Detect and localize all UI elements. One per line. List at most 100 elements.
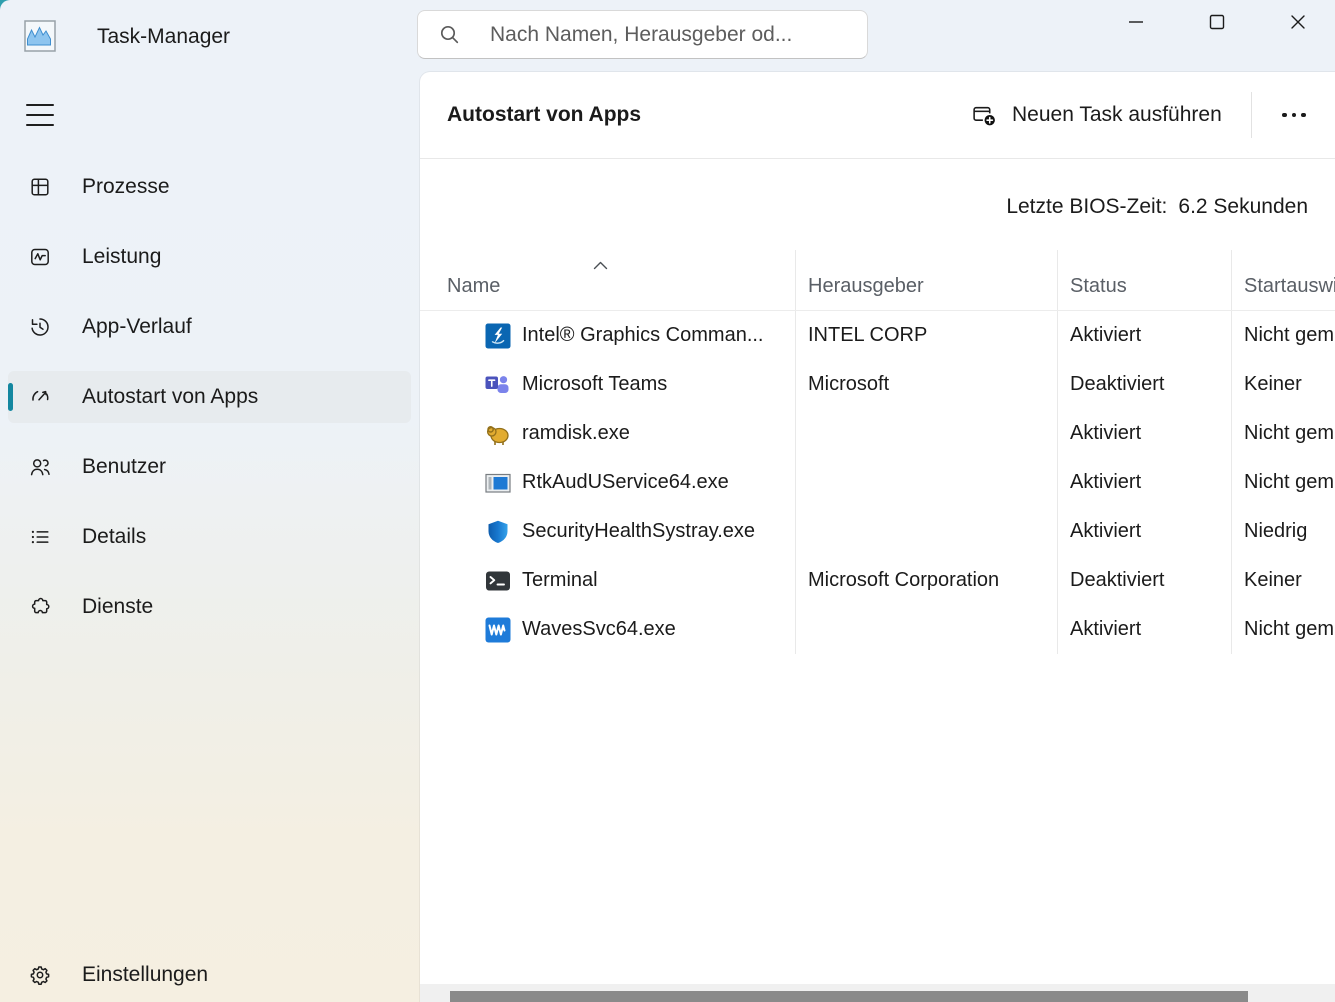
sidebar-item-label: Benutzer: [82, 455, 166, 479]
app-startup-impact: Nicht gem: [1231, 458, 1335, 507]
search-box[interactable]: [417, 10, 868, 59]
app-status: Aktiviert: [1057, 409, 1231, 458]
sort-ascending-icon: [592, 254, 609, 277]
minimize-icon: [1122, 8, 1150, 36]
maximize-icon: [1203, 8, 1231, 36]
column-header-name[interactable]: Name: [420, 250, 795, 310]
table-row[interactable]: Intel® Graphics Comman... INTEL CORP Akt…: [420, 311, 1335, 360]
search-icon: [439, 24, 460, 45]
startup-apps-icon: [28, 385, 52, 409]
sidebar-item-label: App-Verlauf: [82, 315, 192, 339]
page-header: Autostart von Apps Neuen Task ausführen: [420, 72, 1335, 159]
realtek-audio-icon: [484, 469, 512, 497]
app-publisher: [795, 458, 1057, 507]
performance-icon: [28, 245, 52, 269]
table-row[interactable]: ramdisk.exe Aktiviert Nicht gem: [420, 409, 1335, 458]
more-options-button[interactable]: [1272, 102, 1316, 128]
sidebar-item-label: Prozesse: [82, 175, 170, 199]
sidebar-item-label: Leistung: [82, 245, 161, 269]
sidebar-item-label: Einstellungen: [82, 963, 208, 987]
app-status: Deaktiviert: [1057, 556, 1231, 605]
waves-audio-icon: [484, 616, 512, 644]
terminal-icon: [484, 567, 512, 595]
startup-apps-table: Name Herausgeber Status Startauswi Intel…: [420, 250, 1335, 654]
sidebar-item-benutzer[interactable]: Benutzer: [8, 441, 411, 493]
minimize-button[interactable]: [1114, 3, 1158, 41]
app-name: ramdisk.exe: [522, 422, 630, 445]
table-row[interactable]: WavesSvc64.exe Aktiviert Nicht gem: [420, 605, 1335, 654]
app-name: SecurityHealthSystray.exe: [522, 520, 755, 543]
security-health-icon: [484, 518, 512, 546]
users-icon: [28, 455, 52, 479]
app-history-icon: [28, 315, 52, 339]
bios-value: 6.2 Sekunden: [1178, 192, 1308, 222]
sidebar-item-details[interactable]: Details: [8, 511, 411, 563]
sidebar-item-app-verlauf[interactable]: App-Verlauf: [8, 301, 411, 353]
bios-label: Letzte BIOS-Zeit:: [1006, 192, 1167, 222]
close-button[interactable]: [1276, 3, 1320, 41]
app-status: Aktiviert: [1057, 605, 1231, 654]
sidebar-item-label: Details: [82, 525, 146, 549]
settings-gear-icon: [28, 963, 52, 987]
scrollbar-thumb[interactable]: [450, 991, 1248, 1002]
sidebar: Prozesse Leistung App-Verlauf Autostart …: [8, 161, 411, 651]
app-publisher: [795, 507, 1057, 556]
run-new-task-button[interactable]: Neuen Task ausführen: [971, 95, 1222, 135]
window-title: Task-Manager: [97, 24, 230, 50]
details-icon: [28, 525, 52, 549]
app-publisher: [795, 605, 1057, 654]
app-publisher: Microsoft: [795, 360, 1057, 409]
run-new-task-icon: [971, 103, 997, 128]
app-startup-impact: Keiner: [1231, 360, 1335, 409]
app-name: WavesSvc64.exe: [522, 618, 676, 641]
table-row[interactable]: RtkAudUService64.exe Aktiviert Nicht gem: [420, 458, 1335, 507]
sidebar-item-dienste[interactable]: Dienste: [8, 581, 411, 633]
column-header-herausgeber[interactable]: Herausgeber: [795, 250, 1057, 310]
task-manager-window: Task-Manager Prozesse Leistung: [0, 0, 1335, 1002]
app-publisher: [795, 409, 1057, 458]
more-options-icon: [1282, 113, 1287, 118]
app-startup-impact: Keiner: [1231, 556, 1335, 605]
ramdisk-icon: [484, 420, 512, 448]
sidebar-item-label: Dienste: [82, 595, 153, 619]
processes-icon: [28, 175, 52, 199]
column-header-startauswirkung[interactable]: Startauswi: [1231, 250, 1335, 310]
services-icon: [28, 595, 52, 619]
app-publisher: INTEL CORP: [795, 311, 1057, 360]
horizontal-scrollbar[interactable]: [420, 984, 1335, 1002]
app-name: Microsoft Teams: [522, 373, 667, 396]
table-header-row: Name Herausgeber Status Startauswi: [420, 250, 1335, 311]
content-panel: Autostart von Apps Neuen Task ausführen …: [420, 72, 1335, 1002]
page-title: Autostart von Apps: [447, 72, 641, 158]
app-status: Aktiviert: [1057, 507, 1231, 556]
app-startup-impact: Nicht gem: [1231, 311, 1335, 360]
app-name: Intel® Graphics Comman...: [522, 324, 763, 347]
intel-graphics-icon: [484, 322, 512, 350]
app-status: Aktiviert: [1057, 311, 1231, 360]
table-row[interactable]: SecurityHealthSystray.exe Aktiviert Nied…: [420, 507, 1335, 556]
app-publisher: Microsoft Corporation: [795, 556, 1057, 605]
sidebar-item-autostart-von-apps[interactable]: Autostart von Apps: [8, 371, 411, 423]
app-startup-impact: Niedrig: [1231, 507, 1335, 556]
table-row[interactable]: Microsoft Teams Microsoft Deaktiviert Ke…: [420, 360, 1335, 409]
app-status: Deaktiviert: [1057, 360, 1231, 409]
app-startup-impact: Nicht gem: [1231, 409, 1335, 458]
sidebar-item-leistung[interactable]: Leistung: [8, 231, 411, 283]
search-input[interactable]: [488, 22, 853, 48]
app-status: Aktiviert: [1057, 458, 1231, 507]
last-bios-time: Letzte BIOS-Zeit: 6.2 Sekunden: [1006, 192, 1308, 222]
sidebar-item-label: Autostart von Apps: [82, 385, 258, 409]
maximize-button[interactable]: [1195, 3, 1239, 41]
table-row[interactable]: Terminal Microsoft Corporation Deaktivie…: [420, 556, 1335, 605]
header-divider: [1251, 92, 1252, 138]
app-name: Terminal: [522, 569, 598, 592]
column-header-status[interactable]: Status: [1057, 250, 1231, 310]
menu-toggle-button[interactable]: [26, 102, 54, 128]
sidebar-item-einstellungen[interactable]: Einstellungen: [8, 949, 411, 1001]
app-name: RtkAudUService64.exe: [522, 471, 729, 494]
sidebar-item-prozesse[interactable]: Prozesse: [8, 161, 411, 213]
app-startup-impact: Nicht gem: [1231, 605, 1335, 654]
run-new-task-label: Neuen Task ausführen: [1012, 103, 1222, 127]
task-manager-logo-icon: [24, 20, 56, 52]
close-icon: [1284, 8, 1312, 36]
